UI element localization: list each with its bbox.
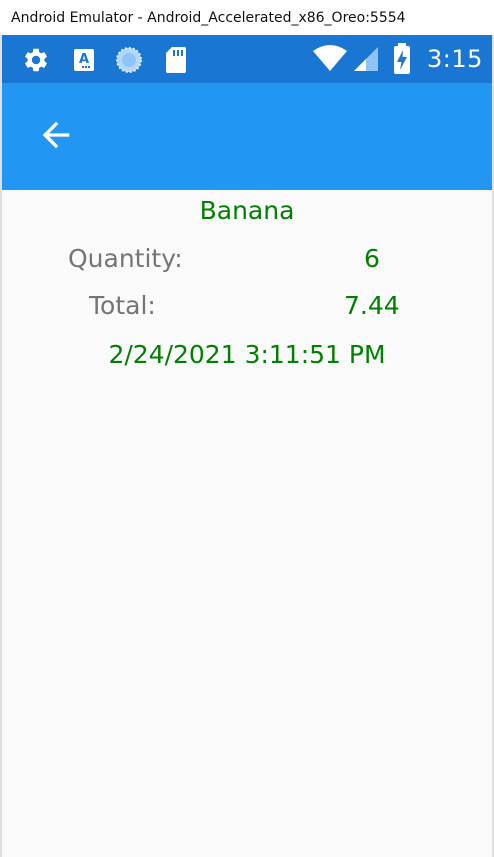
status-time: 3:15	[427, 45, 483, 73]
status-bar: A 3:15	[2, 35, 492, 83]
cell-signal-icon	[354, 47, 378, 71]
quantity-label: Quantity:	[68, 244, 183, 273]
window-titlebar: Android Emulator - Android_Accelerated_x…	[0, 0, 494, 35]
sync-circle-icon	[116, 47, 142, 73]
battery-charging-icon	[394, 43, 410, 74]
gear-icon	[25, 48, 47, 72]
quantity-value: 6	[364, 244, 380, 273]
text-a-icon: A	[74, 49, 94, 71]
sd-card-icon	[166, 47, 186, 73]
total-value: 7.44	[344, 291, 400, 320]
arrow-left-icon	[42, 121, 70, 149]
action-bar	[2, 83, 492, 190]
device-screen: A 3:15 Banana Quantity: 6 Total: 7.44 2/…	[2, 35, 492, 857]
window-title: Android Emulator - Android_Accelerated_x…	[11, 9, 406, 26]
total-label: Total:	[89, 291, 156, 320]
svg-text:A: A	[79, 52, 89, 67]
product-name: Banana	[199, 196, 295, 225]
back-button[interactable]	[28, 107, 84, 163]
order-timestamp: 2/24/2021 3:11:51 PM	[108, 340, 386, 369]
wifi-icon	[313, 45, 347, 71]
